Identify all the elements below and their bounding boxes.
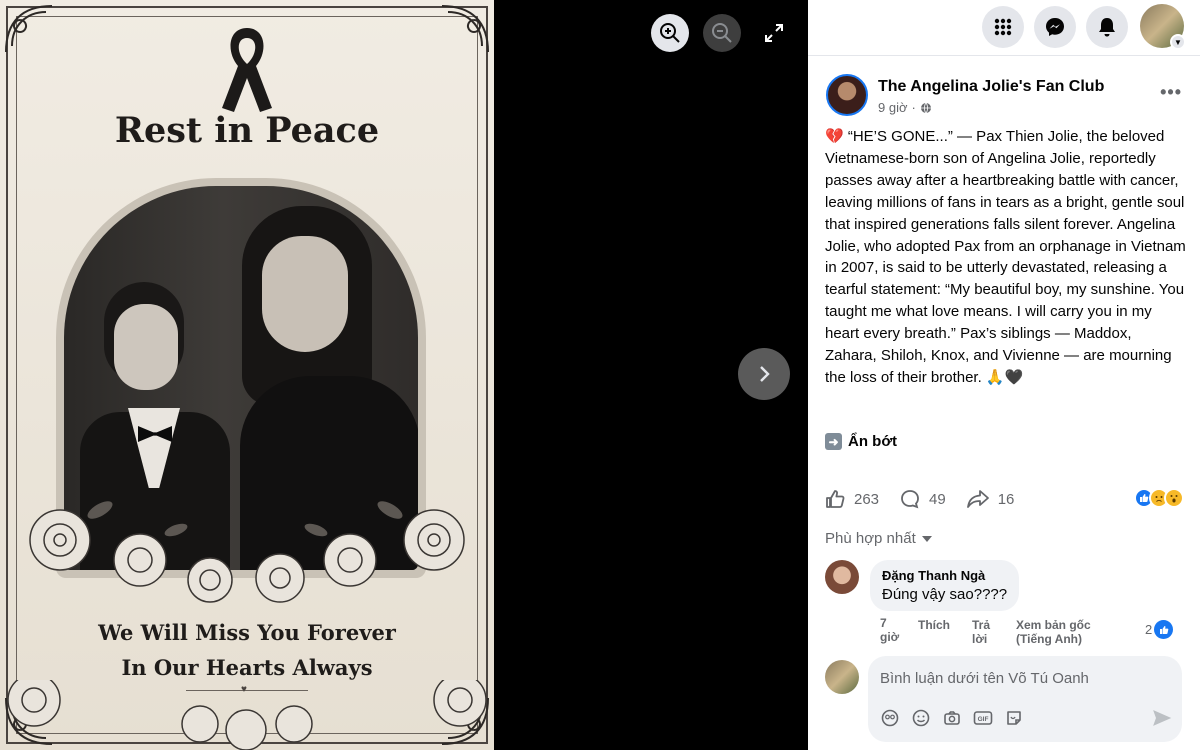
comment-reaction-count[interactable]: 2 <box>1145 620 1174 639</box>
page-name-link[interactable]: The Angelina Jolie's Fan Club <box>878 78 1104 96</box>
photo-viewer: Rest in Peace We Will Miss You Forever I… <box>0 0 808 750</box>
messenger-button[interactable] <box>1034 6 1076 48</box>
camera-button[interactable] <box>942 708 962 728</box>
menu-button[interactable] <box>982 6 1024 48</box>
post-meta: 9 giờ · <box>878 100 932 115</box>
zoom-in-icon <box>660 23 680 43</box>
poster-subtitle-line1: We Will Miss You Forever <box>98 620 396 645</box>
more-options-button[interactable]: ••• <box>1160 82 1182 103</box>
comment-bubble: Đặng Thanh Ngà Đúng vậy sao???? <box>870 560 1020 611</box>
sticker-button[interactable] <box>1004 708 1024 728</box>
comment-author[interactable]: Đặng Thanh Ngà <box>882 568 1007 583</box>
mourning-ribbon-icon <box>222 28 272 112</box>
messenger-icon <box>1046 18 1064 36</box>
share-count: 16 <box>997 490 1015 508</box>
see-less-button[interactable]: ➜ Ẩn bớt <box>825 433 897 450</box>
post-body-text: 💔 “HE’S GONE...” — Pax Thien Jolie, the … <box>825 128 1186 386</box>
commenter-avatar[interactable] <box>825 560 859 594</box>
bell-icon <box>1099 18 1115 37</box>
gif-button[interactable]: GIF <box>973 708 993 728</box>
comment-text: Đúng vậy sao???? <box>882 586 1008 603</box>
comment-button[interactable]: 49 <box>899 488 946 510</box>
zoom-out-icon <box>712 23 732 43</box>
avatar-sticker-icon <box>881 709 899 727</box>
apps-grid-icon <box>994 18 1012 36</box>
thumbs-up-icon <box>826 490 845 508</box>
arrow-right-icon: ➜ <box>825 433 842 450</box>
chevron-right-icon <box>760 366 770 382</box>
sort-label: Phù hợp nhất <box>825 530 916 547</box>
send-icon <box>1153 710 1172 726</box>
sticker-icon <box>1007 711 1021 725</box>
next-photo-button[interactable] <box>738 348 790 400</box>
chevron-down-icon: ▼ <box>1170 34 1186 50</box>
emoji-icon <box>912 709 930 727</box>
share-icon <box>966 490 989 508</box>
reaction-summary[interactable] <box>1134 488 1184 508</box>
like-reaction-icon <box>1154 620 1174 639</box>
top-navigation: ▼ <box>808 0 1200 56</box>
comment-time[interactable]: 7 giờ <box>880 616 904 644</box>
zoom-out-button[interactable] <box>703 14 741 52</box>
like-button[interactable]: 263 <box>824 488 879 510</box>
comment-reply-link[interactable]: Trả lời <box>972 618 994 646</box>
comment-input[interactable] <box>880 666 1170 690</box>
wow-reaction-icon <box>1164 488 1184 508</box>
like-count: 263 <box>854 490 880 508</box>
zoom-in-button[interactable] <box>651 14 689 52</box>
notifications-button[interactable] <box>1086 6 1128 48</box>
current-user-avatar[interactable] <box>825 660 859 694</box>
share-button[interactable]: 16 <box>966 488 1015 510</box>
svg-text:GIF: GIF <box>978 716 989 723</box>
post-panel: ▼ The Angelina Jolie's Fan Club 9 giờ · … <box>808 0 1200 750</box>
comment-sort-dropdown[interactable]: Phù hợp nhất <box>825 530 932 547</box>
account-avatar[interactable]: ▼ <box>1140 4 1186 50</box>
comment-icon <box>901 490 919 509</box>
poster-title: Rest in Peace <box>114 110 380 151</box>
post-actions: 263 49 16 <box>824 486 1034 512</box>
poster-subtitle-line2: In Our Hearts Always <box>121 655 373 680</box>
gif-icon: GIF <box>973 711 993 725</box>
memorial-poster-image: Rest in Peace We Will Miss You Forever I… <box>0 0 494 750</box>
comment-translate-link[interactable]: Xem bản gốc (Tiếng Anh) <box>1016 618 1126 646</box>
fullscreen-icon <box>765 24 783 42</box>
composer-tools: GIF <box>880 708 1024 728</box>
send-button[interactable] <box>1152 708 1172 733</box>
comment-like-link[interactable]: Thích <box>918 618 950 632</box>
person-face <box>114 304 178 390</box>
person-face <box>262 236 348 352</box>
ornament-corner-icon <box>5 5 53 53</box>
comment-composer: GIF <box>868 656 1182 742</box>
caret-down-icon <box>921 535 932 542</box>
camera-icon <box>944 711 960 725</box>
comment-like-count: 2 <box>1145 622 1153 637</box>
fullscreen-button[interactable] <box>755 14 793 52</box>
emoji-button[interactable] <box>911 708 931 728</box>
see-less-label: Ẩn bớt <box>848 433 897 450</box>
avatar-sticker-button[interactable] <box>880 708 900 728</box>
bottom-flowers <box>7 680 487 750</box>
post-time[interactable]: 9 giờ <box>878 100 908 115</box>
flower-garland <box>29 501 465 603</box>
comment-count: 49 <box>929 490 946 508</box>
page-avatar[interactable] <box>826 74 868 116</box>
globe-icon <box>920 102 931 113</box>
ornament-corner-icon <box>441 5 489 53</box>
